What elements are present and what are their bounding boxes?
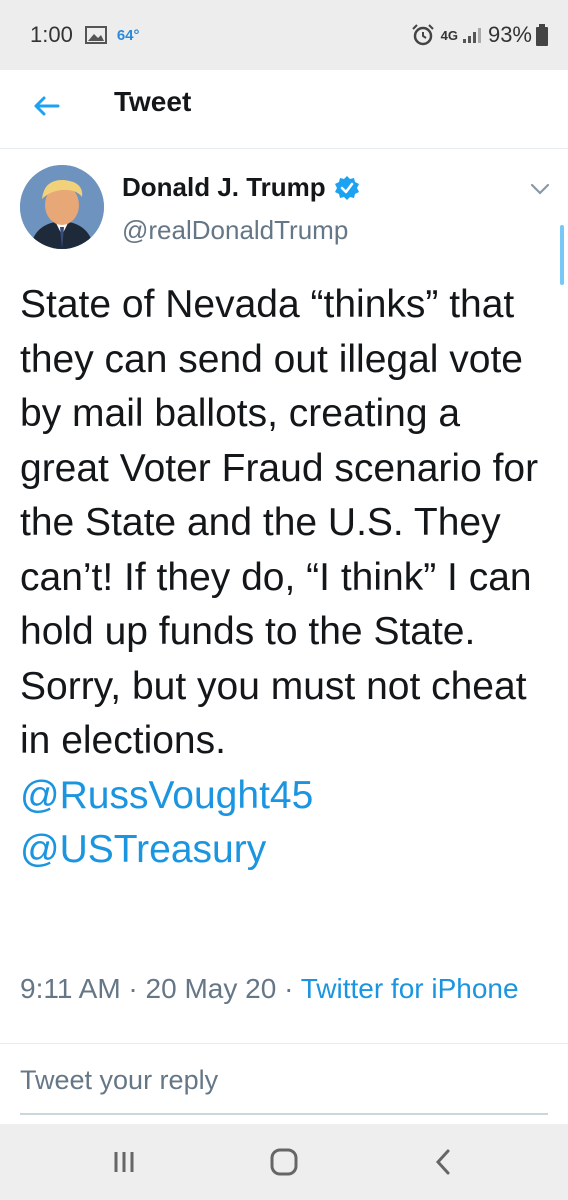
chevron-down-icon[interactable]: [528, 180, 552, 198]
recent-apps-icon[interactable]: [104, 1146, 144, 1178]
battery-icon: [536, 24, 548, 46]
image-icon: [84, 26, 107, 44]
tweet-meta: 9:11 AM · 20 May 20 · Twitter for iPhone: [20, 970, 548, 1042]
display-name[interactable]: Donald J. Trump: [122, 172, 360, 203]
status-time: 1:00: [30, 22, 73, 47]
scrollbar[interactable]: [560, 225, 564, 285]
divider: [0, 1043, 568, 1044]
status-temperature: 64°: [116, 26, 140, 44]
user-handle[interactable]: @realDonaldTrump: [122, 215, 348, 246]
tweet-time: 9:11 AM: [20, 973, 121, 1004]
tweet-body: State of Nevada “thinks” that they can s…: [20, 283, 539, 762]
avatar[interactable]: [20, 165, 104, 249]
status-right: 4G 93%: [411, 22, 548, 48]
arrow-left-icon[interactable]: [28, 88, 64, 124]
mention-link[interactable]: @RussVought45: [20, 769, 555, 824]
back-nav-icon[interactable]: [424, 1146, 464, 1178]
tweet-source-link[interactable]: Twitter for iPhone: [301, 973, 519, 1004]
mention-link[interactable]: @USTreasury: [20, 823, 555, 878]
signal-icon: [462, 28, 481, 43]
alarm-icon: [411, 24, 434, 46]
display-name-text: Donald J. Trump: [122, 172, 326, 202]
avatar-image: [20, 165, 104, 249]
status-bar: 1:00 64° 4G 93%: [0, 0, 568, 70]
home-icon[interactable]: [264, 1146, 304, 1178]
system-nav-bar: [0, 1124, 568, 1200]
meta-separator: ·: [120, 973, 146, 1004]
meta-separator: ·: [276, 973, 301, 1004]
reply-input[interactable]: Tweet your reply: [20, 1065, 218, 1096]
app-header: Tweet: [0, 70, 568, 149]
reply-input-underline: [20, 1113, 548, 1115]
status-left: 1:00 64°: [30, 22, 140, 48]
network-label: 4G: [440, 27, 458, 43]
tweet-date: 20 May 20: [145, 973, 277, 1004]
battery-percent: 93%: [487, 22, 532, 47]
verified-badge-icon: [334, 175, 359, 200]
tweet-text: State of Nevada “thinks” that they can s…: [20, 278, 555, 878]
page-title: Tweet: [114, 86, 192, 117]
